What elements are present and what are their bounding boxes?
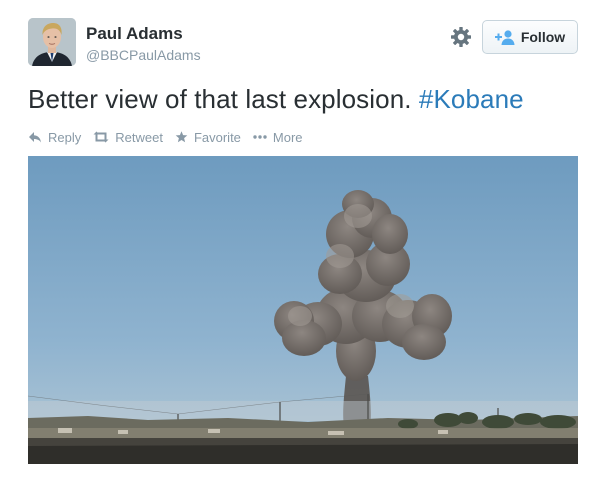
tweet-actions: Reply Retweet Favorite More [28, 128, 315, 146]
tweet-header: Paul Adams @BBCPaulAdams Follow [28, 18, 578, 70]
reply-label: Reply [48, 129, 82, 145]
reply-icon [29, 132, 41, 143]
reply-action[interactable]: Reply [28, 130, 81, 145]
star-icon [175, 131, 188, 143]
retweet-label: Retweet [115, 129, 163, 145]
hashtag-link[interactable]: #Kobane [419, 84, 524, 114]
favorite-action[interactable]: Favorite [175, 130, 241, 145]
user-name[interactable]: Paul Adams [86, 24, 183, 44]
add-user-icon [494, 30, 515, 45]
tweet-body: Better view of that last explosion. [28, 84, 412, 114]
gear-icon[interactable] [450, 26, 472, 48]
favorite-label: Favorite [193, 129, 241, 145]
profile-photo [28, 18, 76, 66]
retweet-action[interactable]: Retweet [93, 130, 163, 145]
more-action[interactable]: More [253, 130, 303, 145]
more-dots-icon [253, 135, 267, 139]
avatar[interactable] [28, 18, 76, 66]
tweet-text: Better view of that last explosion. #Kob… [28, 84, 524, 115]
more-label: More [272, 129, 303, 145]
retweet-icon [93, 131, 109, 143]
follow-button[interactable]: Follow [482, 20, 578, 54]
user-handle[interactable]: @BBCPaulAdams [86, 47, 201, 63]
explosion-photo [28, 156, 578, 464]
tweet-photo[interactable] [28, 156, 578, 464]
follow-button-label: Follow [520, 29, 566, 45]
